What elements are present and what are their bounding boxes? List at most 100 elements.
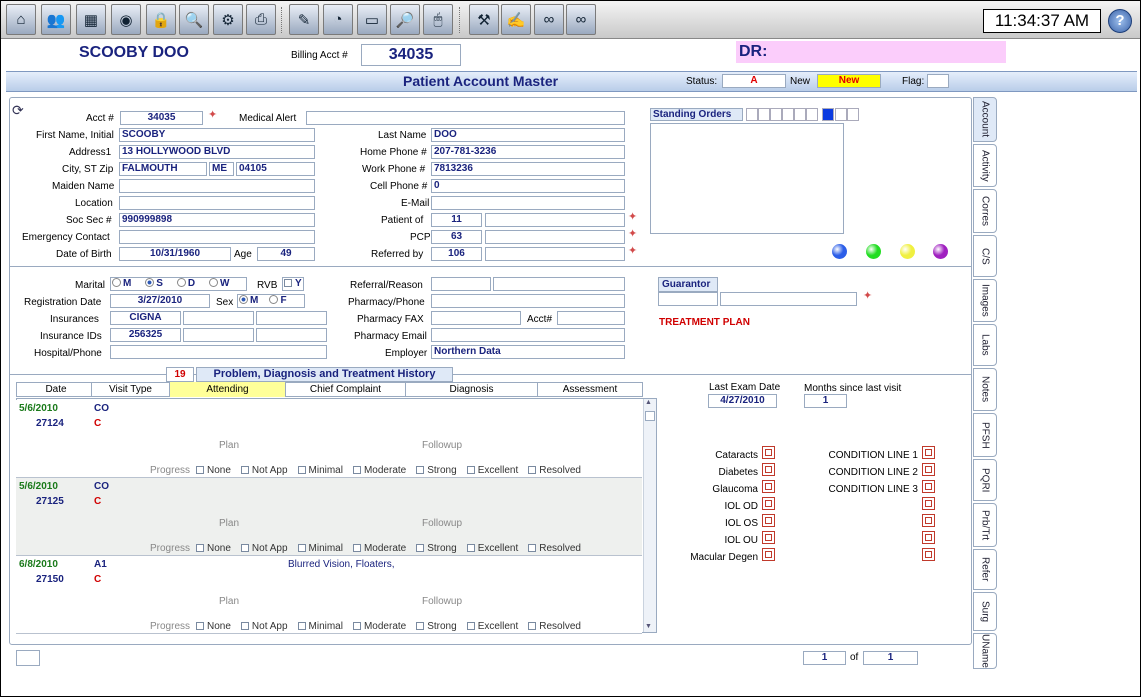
side-tab-labs[interactable]: Labs	[973, 324, 997, 366]
insurance-3-field[interactable]	[256, 311, 327, 325]
referred-by-field[interactable]: 106	[431, 247, 482, 261]
registration-date-field[interactable]: 3/27/2010	[110, 294, 210, 308]
progress-option[interactable]: Resolved	[528, 465, 581, 476]
standing-order-slot[interactable]	[758, 108, 770, 121]
pharmacy-phone-field[interactable]	[431, 294, 625, 308]
hospital-phone-field[interactable]	[110, 345, 327, 359]
cell-phone-field[interactable]: 0	[431, 179, 625, 193]
condition-line-checkbox[interactable]	[922, 463, 935, 476]
state-field[interactable]: ME	[209, 162, 234, 176]
condition-line-checkbox[interactable]	[922, 548, 935, 561]
insurance-id-1-field[interactable]: 256325	[110, 328, 181, 342]
col-date[interactable]: Date	[16, 384, 96, 395]
standing-order-slot[interactable]	[746, 108, 758, 121]
scanner-icon[interactable]: ▭	[357, 4, 387, 35]
history-scrollbar[interactable]: ▲ ▼	[643, 399, 656, 632]
pharmacy-email-field[interactable]	[431, 328, 625, 342]
progress-option[interactable]: Minimal	[297, 465, 343, 476]
home-icon[interactable]: ⌂	[6, 4, 36, 35]
scroll-down-icon[interactable]: ▼	[645, 623, 652, 630]
doctor-field[interactable]: DR:	[736, 41, 1006, 63]
gauge-icon[interactable]: ◔	[323, 4, 353, 35]
pcp-name-field[interactable]	[485, 230, 625, 244]
acct-field[interactable]: 34035	[120, 111, 203, 125]
condition-checkbox[interactable]	[762, 463, 775, 476]
standing-order-slot[interactable]	[806, 108, 818, 121]
condition-checkbox[interactable]	[762, 548, 775, 561]
guarantor-id-field[interactable]	[658, 292, 718, 306]
standing-order-slot[interactable]	[794, 108, 806, 121]
last-name-field[interactable]: DOO	[431, 128, 625, 142]
flag-field[interactable]	[927, 74, 949, 88]
calendar-icon[interactable]: ▦	[76, 4, 106, 35]
side-tab-images[interactable]: Images	[973, 279, 997, 322]
location-field[interactable]	[119, 196, 315, 210]
col-diagnosis[interactable]: Diagnosis	[405, 382, 537, 397]
sex-option-m[interactable]: M	[239, 295, 258, 306]
side-tab-notes[interactable]: Notes	[973, 368, 997, 411]
guarantor-name-field[interactable]	[720, 292, 857, 306]
edit-note-icon[interactable]: ✍	[501, 4, 531, 35]
months-since-field[interactable]: 1	[804, 394, 847, 408]
eyeglasses-icon[interactable]: ∞	[566, 4, 596, 35]
people-icon[interactable]: 👥	[41, 4, 71, 35]
status-dot-blue[interactable]	[832, 244, 847, 259]
status-field[interactable]: A	[722, 74, 786, 88]
progress-option[interactable]: None	[196, 543, 231, 554]
progress-option[interactable]: None	[196, 465, 231, 476]
condition-line-checkbox[interactable]	[922, 497, 935, 510]
history-tab[interactable]: Problem, Diagnosis and Treatment History	[196, 367, 453, 382]
mouse-icon[interactable]: 🖱	[423, 4, 453, 35]
search-document-icon[interactable]: 🔎	[390, 4, 420, 35]
database-icon[interactable]: ◉	[111, 4, 141, 35]
medical-alert-field[interactable]	[306, 111, 625, 125]
insurance-2-field[interactable]	[183, 311, 254, 325]
condition-checkbox[interactable]	[762, 514, 775, 527]
standing-order-slot[interactable]	[835, 108, 847, 121]
new-field[interactable]: New	[817, 74, 881, 88]
status-dot-green[interactable]	[866, 244, 881, 259]
pager-current[interactable]: 1	[803, 651, 846, 665]
side-tab-uname[interactable]: UName	[973, 633, 997, 669]
condition-line-checkbox[interactable]	[922, 446, 935, 459]
first-name-field[interactable]: SCOOBY	[119, 128, 315, 142]
side-tab-pfsh[interactable]: PFSH	[973, 413, 997, 457]
history-row[interactable]: 6/8/2010 A1 27150 C Blurred Vision, Floaters…	[16, 556, 642, 634]
lock-icon[interactable]: 🔒	[146, 4, 176, 35]
employer-field[interactable]: Northern Data	[431, 345, 625, 359]
pharmacy-acct-field[interactable]	[557, 311, 625, 325]
marital-option-w[interactable]: W	[208, 278, 229, 289]
dob-field[interactable]: 10/31/1960	[119, 247, 231, 261]
progress-option[interactable]: Excellent	[466, 543, 518, 554]
progress-option[interactable]: Strong	[416, 621, 457, 632]
status-dot-purple[interactable]	[933, 244, 948, 259]
standing-order-slot[interactable]	[770, 108, 782, 121]
address-field[interactable]: 13 HOLLYWOOD BLVD	[119, 145, 315, 159]
col-visit-type[interactable]: Visit Type	[91, 382, 169, 397]
standing-order-slot[interactable]	[782, 108, 794, 121]
pharmacy-fax-field[interactable]	[431, 311, 521, 325]
insurance-id-2-field[interactable]	[183, 328, 254, 342]
edit-icon[interactable]: ✎	[289, 4, 319, 35]
emergency-contact-field[interactable]	[119, 230, 315, 244]
col-assessment[interactable]: Assessment	[537, 382, 642, 397]
side-tab-cs[interactable]: C/S	[973, 235, 997, 277]
side-tab-prbtrt[interactable]: Prb/Trt	[973, 503, 997, 547]
progress-option[interactable]: Strong	[416, 543, 457, 554]
progress-option[interactable]: Strong	[416, 465, 457, 476]
patient-of-name-field[interactable]	[485, 213, 625, 227]
referred-by-name-field[interactable]	[485, 247, 625, 261]
last-exam-field[interactable]: 4/27/2010	[708, 394, 777, 408]
billing-acct-field[interactable]: 34035	[361, 44, 461, 66]
glasses-icon[interactable]: ∞	[534, 4, 564, 35]
standing-order-slot-active[interactable]	[822, 108, 834, 121]
condition-line-checkbox[interactable]	[922, 531, 935, 544]
city-field[interactable]: FALMOUTH	[119, 162, 207, 176]
ssn-field[interactable]: 990999898	[119, 213, 315, 227]
marital-option-s[interactable]: S	[145, 278, 163, 289]
treatment-plan-label[interactable]: TREATMENT PLAN	[659, 317, 750, 328]
referral-reason-field[interactable]	[493, 277, 625, 291]
document-search-icon[interactable]: 🔍	[179, 4, 209, 35]
side-tab-surg[interactable]: Surg	[973, 592, 997, 631]
footer-box[interactable]	[16, 650, 40, 666]
